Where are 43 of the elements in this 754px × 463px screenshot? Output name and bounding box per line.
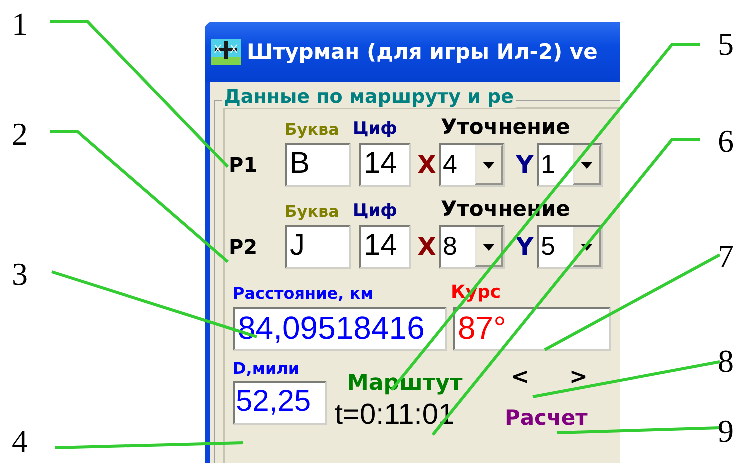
- column-heading: Циф: [353, 201, 399, 221]
- point-label: P1: [229, 153, 259, 177]
- callout-number: 7: [718, 240, 734, 272]
- column-heading: Буква: [285, 120, 340, 139]
- distance-label: Расстояние, км: [233, 284, 375, 303]
- course-field[interactable]: 87°: [453, 307, 611, 351]
- caret-icon: [483, 244, 495, 250]
- callout-number: 8: [718, 345, 734, 377]
- point-label: P2: [229, 235, 259, 259]
- axis-label: X: [416, 233, 438, 261]
- y-dropdown[interactable]: 5: [537, 225, 603, 269]
- letter-field[interactable]: B: [285, 143, 351, 187]
- callout-number: 4: [12, 425, 28, 457]
- previous-button[interactable]: <: [511, 365, 530, 390]
- callout-number: 9: [718, 415, 734, 447]
- axis-label: Y: [515, 151, 535, 179]
- miles-label: D,мили: [233, 358, 301, 380]
- aircraft-icon: [211, 39, 241, 65]
- x-dropdown[interactable]: 8: [439, 225, 505, 269]
- caret-icon: [581, 162, 593, 168]
- callout-number: 1: [12, 8, 28, 40]
- miles-field[interactable]: 52,25: [233, 381, 327, 425]
- calculate-button[interactable]: Расчет: [505, 406, 588, 430]
- next-button[interactable]: >: [569, 365, 588, 390]
- axis-label: X: [416, 151, 438, 179]
- column-heading: Буква: [285, 202, 340, 221]
- letter-field[interactable]: J: [285, 225, 351, 269]
- digit-field[interactable]: 14: [359, 143, 411, 187]
- caret-icon: [483, 162, 495, 168]
- column-heading: Уточнение: [441, 115, 570, 139]
- window-title: Штурман (для игры Ил-2) ve: [247, 40, 598, 64]
- group-title: Данные по маршруту и ре: [222, 86, 516, 108]
- callout-number: 5: [718, 28, 734, 60]
- distance-field[interactable]: 84,09518416: [233, 307, 447, 351]
- digit-field[interactable]: 14: [359, 225, 411, 269]
- callout-number: 3: [12, 258, 28, 290]
- y-dropdown[interactable]: 1: [537, 143, 603, 187]
- caret-icon: [581, 244, 593, 250]
- column-heading: Циф: [353, 119, 399, 139]
- x-dropdown[interactable]: 4: [439, 143, 505, 187]
- callout-number: 2: [12, 118, 28, 150]
- axis-label: Y: [515, 233, 535, 261]
- callout-number: 6: [718, 125, 734, 157]
